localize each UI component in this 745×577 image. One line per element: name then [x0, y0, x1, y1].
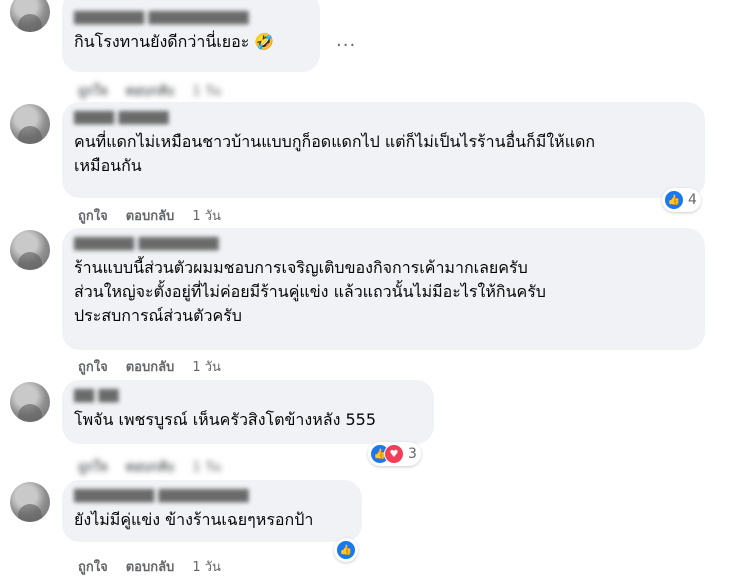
thumbs-up-icon: 👍 — [664, 190, 684, 210]
comment-time[interactable]: 1 วัน — [192, 556, 221, 577]
comment-text: คนที่แดกไม่เหมือนชาวบ้านแบบกูก็อดแดกไป แ… — [74, 132, 596, 175]
thumbs-up-icon: 👍 — [336, 540, 356, 560]
reply-link[interactable]: ตอบกลับ — [126, 556, 175, 577]
comment-text: ยังไม่มีคู่แข่ง ข้างร้านเฉยๆหรอกป้า — [74, 510, 314, 529]
like-link[interactable]: ถูกใจ — [78, 356, 108, 377]
avatar[interactable] — [10, 382, 50, 422]
comment-author[interactable]: ▇▇ ▇▇ — [74, 388, 422, 404]
comment-bubble: ▇▇▇▇▇▇▇▇ ▇▇▇▇▇▇▇▇▇ ยังไม่มีคู่แข่ง ข้างร… — [62, 480, 362, 542]
comment-author[interactable]: ▇▇▇▇▇▇ ▇▇▇▇▇▇▇▇ — [74, 236, 693, 252]
avatar[interactable] — [10, 482, 50, 522]
comment-actions: ถูกใจ ตอบกลับ 1 วัน — [78, 456, 221, 477]
reaction-count: 3 — [408, 446, 417, 462]
comment-author[interactable]: ▇▇▇▇▇▇▇▇ ▇▇▇▇▇▇▇▇▇ — [74, 488, 350, 504]
comment-author[interactable]: ▇▇▇▇ ▇▇▇▇▇ — [74, 110, 693, 126]
comment-text: โพจัน เพชรบูรณ์ เห็นครัวสิงโตข้างหลัง 55… — [74, 410, 377, 429]
reply-link[interactable]: ตอบกลับ — [126, 80, 175, 101]
reaction-summary[interactable]: 👍 — [334, 538, 358, 562]
like-link[interactable]: ถูกใจ — [78, 80, 108, 101]
comment-actions: ถูกใจ ตอบกลับ 1 วัน — [78, 80, 221, 101]
comment-author[interactable]: ▇▇▇▇▇▇▇ ▇▇▇▇▇▇▇▇▇▇ — [74, 10, 308, 26]
reaction-summary[interactable]: 👍 ♥ 3 — [368, 442, 421, 466]
reply-link[interactable]: ตอบกลับ — [126, 205, 175, 226]
comment-time[interactable]: 1 วัน — [192, 80, 221, 101]
comment-bubble: ▇▇ ▇▇ โพจัน เพชรบูรณ์ เห็นครัวสิงโตข้างห… — [62, 380, 434, 444]
comment-text: กินโรงทานยังดีกว่านี่เยอะ 🤣 — [74, 32, 275, 51]
comment-time[interactable]: 1 วัน — [192, 456, 221, 477]
comment-actions: ถูกใจ ตอบกลับ 1 วัน — [78, 556, 221, 577]
reaction-summary[interactable]: 👍 4 — [662, 188, 701, 212]
comment-actions: ถูกใจ ตอบกลับ 1 วัน — [78, 205, 221, 226]
avatar[interactable] — [10, 104, 50, 144]
comment-actions: ถูกใจ ตอบกลับ 1 วัน — [78, 356, 221, 377]
like-link[interactable]: ถูกใจ — [78, 456, 108, 477]
avatar[interactable] — [10, 0, 50, 32]
like-link[interactable]: ถูกใจ — [78, 556, 108, 577]
comment-time[interactable]: 1 วัน — [192, 356, 221, 377]
comment-time[interactable]: 1 วัน — [192, 205, 221, 226]
heart-icon: ♥ — [384, 444, 404, 464]
comment-bubble: ▇▇▇▇ ▇▇▇▇▇ คนที่แดกไม่เหมือนชาวบ้านแบบกู… — [62, 102, 705, 198]
comment-bubble: ▇▇▇▇▇▇▇ ▇▇▇▇▇▇▇▇▇▇ กินโรงทานยังดีกว่านี่… — [62, 0, 320, 72]
reply-link[interactable]: ตอบกลับ — [126, 356, 175, 377]
like-link[interactable]: ถูกใจ — [78, 205, 108, 226]
reaction-count: 4 — [688, 192, 697, 208]
more-options-icon[interactable]: ... — [336, 30, 356, 51]
avatar[interactable] — [10, 230, 50, 270]
comment-bubble: ▇▇▇▇▇▇ ▇▇▇▇▇▇▇▇ ร้านแบบนี้ส่วนตัวผมมชอบก… — [62, 228, 705, 350]
reply-link[interactable]: ตอบกลับ — [126, 456, 175, 477]
comment-text: ร้านแบบนี้ส่วนตัวผมมชอบการเจริญเติบของกิ… — [74, 258, 546, 325]
